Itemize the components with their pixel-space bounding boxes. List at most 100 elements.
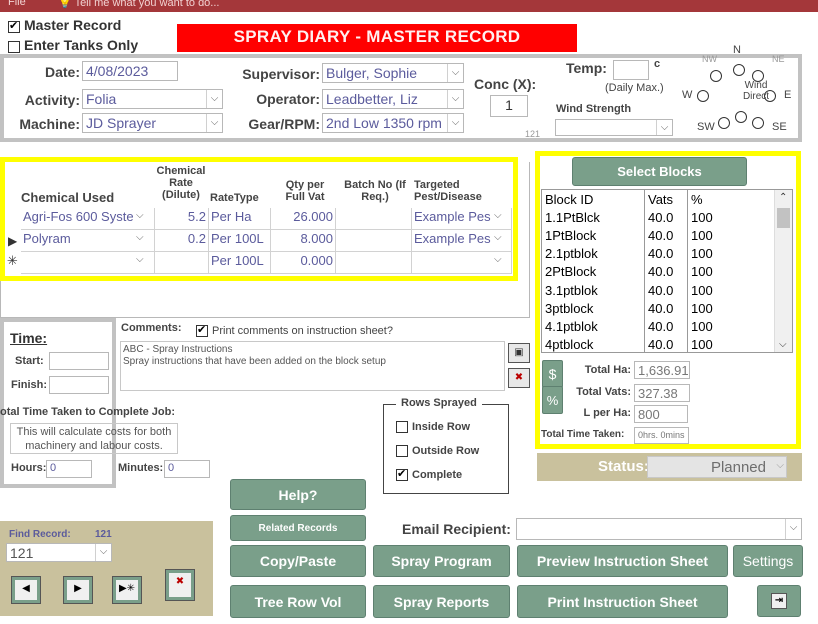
scroll-thumb[interactable]: [777, 208, 790, 228]
chevron-down-icon[interactable]: ⌵: [447, 90, 463, 108]
start-field[interactable]: [49, 352, 109, 370]
tree-row-vol-button[interactable]: Tree Row Vol: [230, 585, 366, 618]
hours-field[interactable]: 0: [46, 460, 92, 478]
date-field[interactable]: 4/08/2023: [82, 61, 178, 81]
finish-field[interactable]: [49, 376, 109, 394]
spray-program-button[interactable]: Spray Program: [373, 545, 510, 577]
master-record-checkbox[interactable]: [8, 19, 20, 33]
outside-row-toggle[interactable]: Outside Row: [396, 445, 480, 458]
ratetype-cell[interactable]: Per 100L: [209, 230, 271, 252]
ratetype-cell[interactable]: Per 100L: [209, 252, 271, 274]
l-per-ha-field[interactable]: 800: [634, 405, 688, 423]
select-blocks-button[interactable]: Select Blocks: [572, 157, 747, 186]
clear-instructions-icon[interactable]: ✖: [508, 368, 530, 388]
chevron-down-icon[interactable]: ⌵: [136, 232, 144, 243]
outside-row-label: Outside Row: [412, 445, 480, 457]
scroll-down-icon[interactable]: ⌵: [779, 339, 787, 350]
preview-instruction-button[interactable]: Preview Instruction Sheet: [517, 545, 728, 577]
batch-cell[interactable]: [336, 252, 412, 274]
chevron-down-icon[interactable]: ⌵: [494, 210, 502, 221]
chemical-cell[interactable]: Polyram: [21, 230, 155, 252]
total-time-label: Total Time Taken:: [541, 429, 625, 440]
chevron-down-icon[interactable]: ⌵: [447, 114, 463, 132]
wind-e-radio[interactable]: [764, 90, 776, 102]
batch-cell[interactable]: [336, 208, 412, 230]
scroll-up-icon[interactable]: ⌃: [779, 192, 787, 203]
find-record-select[interactable]: 121 ⌵: [6, 543, 112, 562]
print-comments-toggle[interactable]: Print comments on instruction sheet?: [196, 323, 393, 337]
copy-paste-button[interactable]: Copy/Paste: [230, 545, 366, 577]
chevron-down-icon[interactable]: ⌵: [447, 64, 463, 82]
activity-select[interactable]: Folia ⌵: [82, 89, 223, 109]
chevron-down-icon[interactable]: ⌵: [95, 544, 111, 561]
temp-field[interactable]: [613, 60, 649, 80]
batch-cell[interactable]: [336, 230, 412, 252]
block-vats: 40.0: [648, 228, 674, 243]
blocks-scrollbar[interactable]: ⌃ ⌵: [774, 190, 792, 352]
settings-button[interactable]: Settings: [733, 545, 803, 577]
complete-label: Complete: [412, 469, 463, 481]
temp-unit: c: [654, 58, 661, 70]
rate-cell[interactable]: 0.2: [155, 230, 209, 252]
chevron-down-icon[interactable]: ⌵: [656, 120, 672, 135]
cost-button[interactable]: $: [542, 360, 563, 388]
wind-se-radio[interactable]: [752, 117, 764, 129]
enter-tanks-checkbox[interactable]: [8, 40, 20, 53]
qty-cell[interactable]: 8.000: [271, 230, 336, 252]
percent-button[interactable]: %: [542, 386, 563, 414]
chevron-down-icon[interactable]: ⌵: [136, 210, 144, 221]
print-comments-checkbox[interactable]: [196, 323, 208, 337]
rate-cell[interactable]: 5.2: [155, 208, 209, 230]
inside-row-checkbox[interactable]: [396, 421, 408, 434]
qty-cell[interactable]: 0.000: [271, 252, 336, 274]
chemical-cell[interactable]: Agri-Fos 600 Syste: [21, 208, 155, 230]
rate-cell[interactable]: [155, 252, 209, 274]
exit-button[interactable]: ⇥: [757, 585, 801, 617]
wind-w-radio[interactable]: [697, 90, 709, 102]
chevron-down-icon[interactable]: ⌵: [494, 232, 502, 243]
chevron-down-icon[interactable]: ⌵: [494, 254, 502, 265]
ratetype-cell[interactable]: Per Ha: [209, 208, 271, 230]
chemical-cell[interactable]: [21, 252, 155, 274]
chevron-down-icon[interactable]: ⌵: [136, 254, 144, 265]
chevron-down-icon[interactable]: ⌵: [206, 90, 222, 108]
prev-record-button[interactable]: ◀: [11, 576, 41, 604]
conc-field[interactable]: 1: [490, 95, 528, 117]
new-record-button[interactable]: ▶✳: [112, 576, 142, 604]
operator-label: Operator:: [256, 91, 320, 107]
next-record-button[interactable]: ▶: [63, 576, 93, 604]
delete-record-button[interactable]: ✖: [165, 569, 195, 601]
status-select[interactable]: Planned ⌵: [647, 456, 787, 478]
col-header-qty: Qty per Full Vat: [285, 179, 325, 203]
file-menu[interactable]: File: [8, 0, 26, 8]
chevron-down-icon[interactable]: ⌵: [206, 114, 222, 132]
chevron-down-icon[interactable]: ⌵: [785, 519, 801, 539]
complete-toggle[interactable]: Complete: [396, 467, 463, 482]
wind-nw-radio[interactable]: [710, 70, 722, 82]
print-comments-label: Print comments on instruction sheet?: [212, 325, 393, 337]
wind-sw-radio[interactable]: [718, 117, 730, 129]
wind-s-radio[interactable]: [735, 111, 747, 123]
related-records-button[interactable]: Related Records: [230, 515, 366, 541]
qty-cell[interactable]: 26.000: [271, 208, 336, 230]
gear-select[interactable]: 2nd Low 1350 rpm ⌵: [322, 113, 464, 133]
print-instruction-button[interactable]: Print Instruction Sheet: [517, 585, 728, 618]
supervisor-select[interactable]: Bulger, Sophie ⌵: [322, 63, 464, 83]
email-recipient-select[interactable]: ⌵: [516, 518, 802, 540]
complete-checkbox[interactable]: [396, 467, 408, 482]
instructions-icon[interactable]: ▣: [508, 343, 530, 363]
minutes-field[interactable]: 0: [164, 460, 210, 478]
chevron-down-icon[interactable]: ⌵: [776, 460, 784, 471]
enter-tanks-toggle[interactable]: Enter Tanks Only: [8, 37, 138, 53]
tell-me-box[interactable]: 💡 Tell me what you want to do...: [58, 0, 219, 9]
operator-select[interactable]: Leadbetter, Liz ⌵: [322, 89, 464, 109]
wind-n-radio[interactable]: [733, 64, 745, 76]
machine-select[interactable]: JD Sprayer ⌵: [82, 113, 223, 133]
inside-row-toggle[interactable]: Inside Row: [396, 421, 470, 434]
outside-row-checkbox[interactable]: [396, 445, 408, 458]
help-button[interactable]: Help?: [230, 479, 366, 510]
spray-reports-button[interactable]: Spray Reports: [373, 585, 510, 618]
wind-strength-select[interactable]: ⌵: [555, 119, 673, 136]
comments-field[interactable]: ABC - Spray Instructions Spray instructi…: [120, 341, 505, 391]
master-record-toggle[interactable]: Master Record: [8, 17, 121, 33]
